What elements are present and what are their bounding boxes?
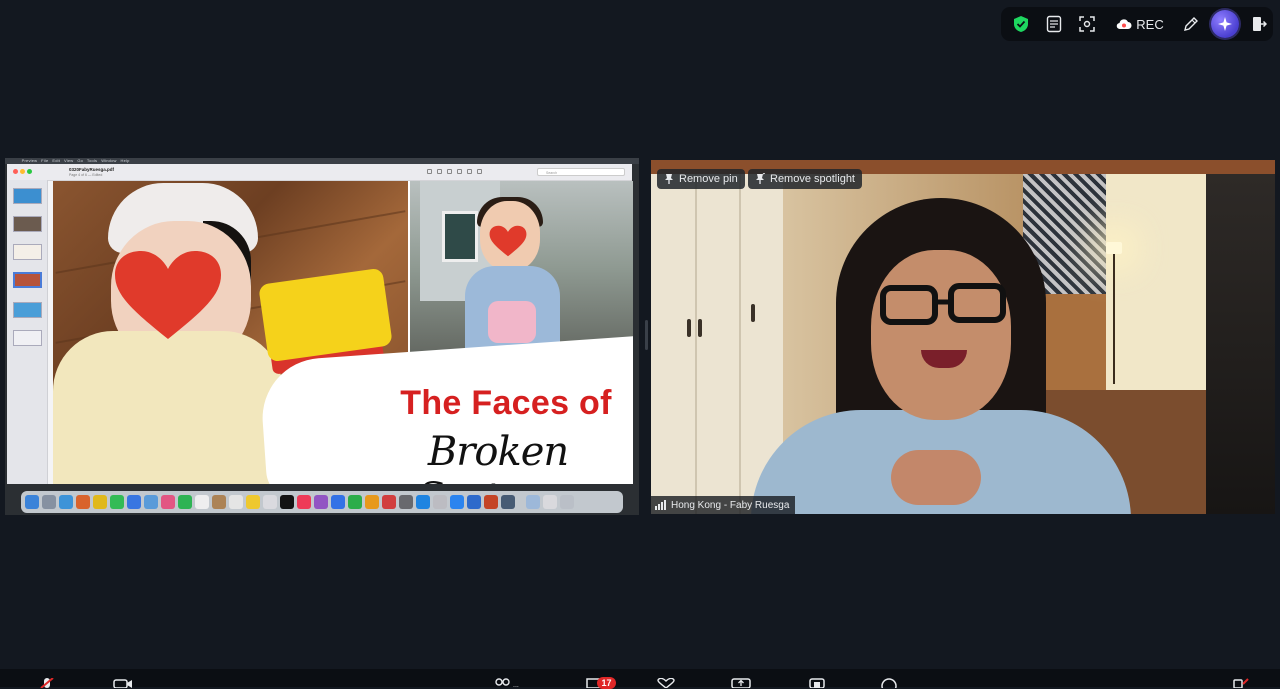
slide-subtitle: Broken Systems bbox=[417, 429, 580, 484]
calendar-icon[interactable] bbox=[195, 495, 209, 509]
finder-icon[interactable] bbox=[25, 495, 39, 509]
eyeglasses-icon bbox=[880, 283, 1006, 325]
record-button[interactable]: REC bbox=[1114, 14, 1166, 34]
remove-spotlight-button[interactable]: Remove spotlight bbox=[748, 169, 862, 189]
mail-icon[interactable] bbox=[127, 495, 141, 509]
slide-title: The Faces of bbox=[400, 384, 612, 422]
page-thumbnail[interactable] bbox=[13, 188, 42, 204]
signal-strength-icon bbox=[655, 500, 666, 510]
document-page-info: Page 4 of 6 — Edited bbox=[69, 173, 103, 177]
news-icon[interactable] bbox=[382, 495, 396, 509]
participant-name-label: Hong Kong - Faby Ruesga bbox=[651, 496, 796, 514]
meeting-top-toolbar: REC bbox=[1001, 7, 1273, 41]
music-icon[interactable] bbox=[297, 495, 311, 509]
notes-app-icon[interactable] bbox=[246, 495, 260, 509]
settings-icon[interactable] bbox=[399, 495, 413, 509]
minimize-window-icon[interactable] bbox=[20, 169, 25, 174]
preview-tool-icons bbox=[427, 169, 547, 175]
documents-stack-icon[interactable] bbox=[543, 495, 557, 509]
leave-icon[interactable] bbox=[1249, 14, 1269, 34]
contacts-icon[interactable] bbox=[212, 495, 226, 509]
zoom-in-icon[interactable] bbox=[447, 169, 452, 174]
tile-resize-handle[interactable] bbox=[645, 320, 648, 350]
rotate-icon[interactable] bbox=[477, 169, 482, 174]
remove-pin-button[interactable]: Remove pin bbox=[657, 169, 745, 189]
numbers-icon[interactable] bbox=[348, 495, 362, 509]
sparkle-icon bbox=[1218, 17, 1232, 31]
cloud-record-icon bbox=[1117, 19, 1132, 30]
markup-icon[interactable] bbox=[467, 169, 472, 174]
heart-icon bbox=[489, 225, 527, 257]
firefox-icon[interactable] bbox=[76, 495, 90, 509]
apple-tv-icon[interactable] bbox=[280, 495, 294, 509]
remove-spotlight-label: Remove spotlight bbox=[770, 173, 855, 185]
photos-icon[interactable] bbox=[161, 495, 175, 509]
pdf-slide-page: The Faces of Broken Systems bbox=[53, 181, 633, 484]
page-thumbnail-sidebar bbox=[7, 180, 48, 484]
launchpad-icon[interactable] bbox=[42, 495, 56, 509]
remove-pin-label: Remove pin bbox=[679, 173, 738, 185]
mac-dock bbox=[21, 491, 623, 513]
downloads-folder-icon[interactable] bbox=[526, 495, 540, 509]
powerpoint-icon[interactable] bbox=[484, 495, 498, 509]
svg-text:...: ... bbox=[513, 682, 519, 688]
participant-name: Hong Kong - Faby Ruesga bbox=[671, 499, 790, 511]
annotate-pen-icon[interactable] bbox=[1181, 14, 1201, 34]
notes-icon[interactable] bbox=[1044, 14, 1064, 34]
zoom-out-icon[interactable] bbox=[437, 169, 442, 174]
word-icon[interactable] bbox=[467, 495, 481, 509]
preview-icon[interactable] bbox=[433, 495, 447, 509]
zoom-app-icon[interactable] bbox=[450, 495, 464, 509]
safari-icon[interactable] bbox=[59, 495, 73, 509]
info-icon[interactable] bbox=[427, 169, 432, 174]
screenshot-icon[interactable] bbox=[501, 495, 515, 509]
spotlight-pin-icon bbox=[756, 173, 765, 184]
page-thumbnail[interactable] bbox=[13, 302, 42, 318]
mac-menu-items: Preview File Edit View Go Tools Window H… bbox=[19, 158, 130, 163]
participant-video-tile[interactable]: Remove pin Remove spotlight Hong Kong - … bbox=[651, 160, 1275, 514]
meeting-controls-bar: ... bbox=[0, 669, 1280, 688]
ai-companion-button[interactable] bbox=[1211, 10, 1239, 38]
reminders-icon[interactable] bbox=[229, 495, 243, 509]
chat-unread-badge: 17 bbox=[597, 677, 616, 689]
messages-icon[interactable] bbox=[110, 495, 124, 509]
page-thumbnail[interactable] bbox=[13, 216, 42, 232]
page-thumbnail-selected[interactable] bbox=[13, 272, 42, 288]
preview-app-window: 0320FabyRuesga.pdf Page 4 of 6 — Edited … bbox=[7, 164, 633, 484]
document-filename: 0320FabyRuesga.pdf bbox=[69, 167, 115, 172]
page-thumbnail[interactable] bbox=[13, 244, 42, 260]
preview-search-field[interactable]: Search bbox=[537, 168, 625, 176]
app-store-icon[interactable] bbox=[416, 495, 430, 509]
share-icon[interactable] bbox=[457, 169, 462, 174]
facetime-icon[interactable] bbox=[178, 495, 192, 509]
pages-icon[interactable] bbox=[365, 495, 379, 509]
keynote-icon[interactable] bbox=[331, 495, 345, 509]
heart-icon bbox=[115, 251, 221, 339]
pin-icon bbox=[665, 174, 673, 184]
chrome-icon[interactable] bbox=[93, 495, 107, 509]
podcasts-icon[interactable] bbox=[314, 495, 328, 509]
page-thumbnail[interactable] bbox=[13, 330, 42, 346]
trash-icon[interactable] bbox=[560, 495, 574, 509]
close-window-icon[interactable] bbox=[13, 169, 18, 174]
security-shield-icon[interactable] bbox=[1011, 14, 1031, 34]
maps-icon[interactable] bbox=[144, 495, 158, 509]
record-label: REC bbox=[1136, 16, 1164, 32]
shared-screen-tile[interactable]: Preview File Edit View Go Tools Window H… bbox=[5, 158, 639, 515]
zoom-window-icon[interactable] bbox=[27, 169, 32, 174]
focus-mode-icon[interactable] bbox=[1077, 14, 1097, 34]
freeform-icon[interactable] bbox=[263, 495, 277, 509]
preview-titlebar: 0320FabyRuesga.pdf Page 4 of 6 — Edited … bbox=[7, 164, 632, 181]
